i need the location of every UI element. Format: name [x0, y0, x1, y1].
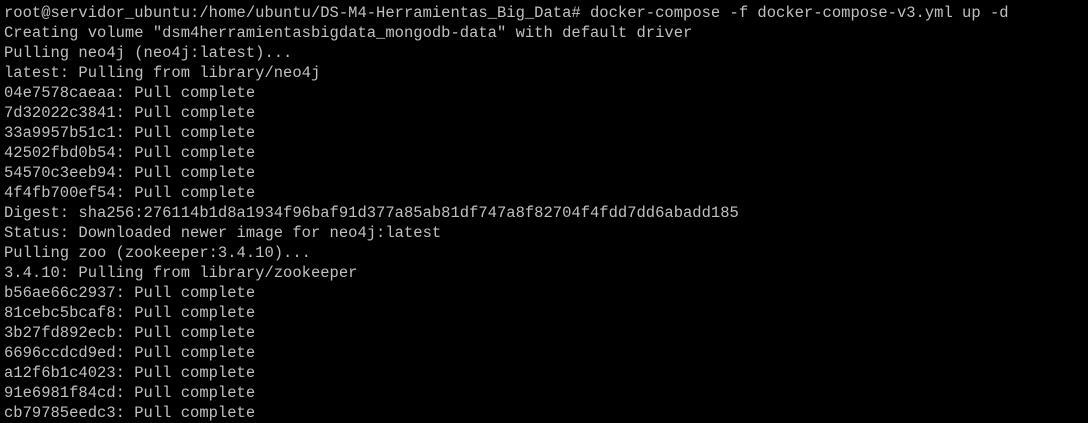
output-line: 6696ccdcd9ed: Pull complete	[4, 344, 256, 362]
output-line: Digest: sha256:276114b1d8a1934f96baf91d3…	[4, 204, 739, 222]
command-line: root@servidor_ubuntu:/home/ubuntu/DS-M4-…	[4, 3, 1009, 23]
output-line: cb79785eedc3: Pull complete	[4, 404, 256, 422]
shell-prompt: root@servidor_ubuntu:/home/ubuntu/DS-M4-…	[4, 4, 590, 22]
output-line: 7d32022c3841: Pull complete	[4, 104, 256, 122]
output-line: a12f6b1c4023: Pull complete	[4, 364, 256, 382]
output-line: Creating volume "dsm4herramientasbigdata…	[4, 24, 693, 42]
output-line: 04e7578caeaa: Pull complete	[4, 84, 256, 102]
output-line: 3.4.10: Pulling from library/zookeeper	[4, 264, 358, 282]
terminal-window[interactable]: root@servidor_ubuntu:/home/ubuntu/DS-M4-…	[0, 0, 1088, 423]
output-line: 81cebc5bcaf8: Pull complete	[4, 304, 256, 322]
output-line: 3b27fd892ecb: Pull complete	[4, 324, 256, 342]
output-line: 42502fbd0b54: Pull complete	[4, 144, 256, 162]
output-line: Status: Downloaded newer image for neo4j…	[4, 224, 442, 242]
output-line: b56ae66c2937: Pull complete	[4, 284, 256, 302]
output-line: Pulling neo4j (neo4j:latest)...	[4, 44, 293, 62]
output-line: Pulling zoo (zookeeper:3.4.10)...	[4, 244, 311, 262]
output-line: 4f4fb700ef54: Pull complete	[4, 184, 256, 202]
output-line: 91e6981f84cd: Pull complete	[4, 384, 256, 402]
output-line: 54570c3eeb94: Pull complete	[4, 164, 256, 182]
output-line: 33a9957b51c1: Pull complete	[4, 124, 256, 142]
terminal-output: root@servidor_ubuntu:/home/ubuntu/DS-M4-…	[4, 3, 1009, 423]
output-line: latest: Pulling from library/neo4j	[4, 64, 321, 82]
typed-command: docker-compose -f docker-compose-v3.yml …	[590, 4, 1009, 22]
